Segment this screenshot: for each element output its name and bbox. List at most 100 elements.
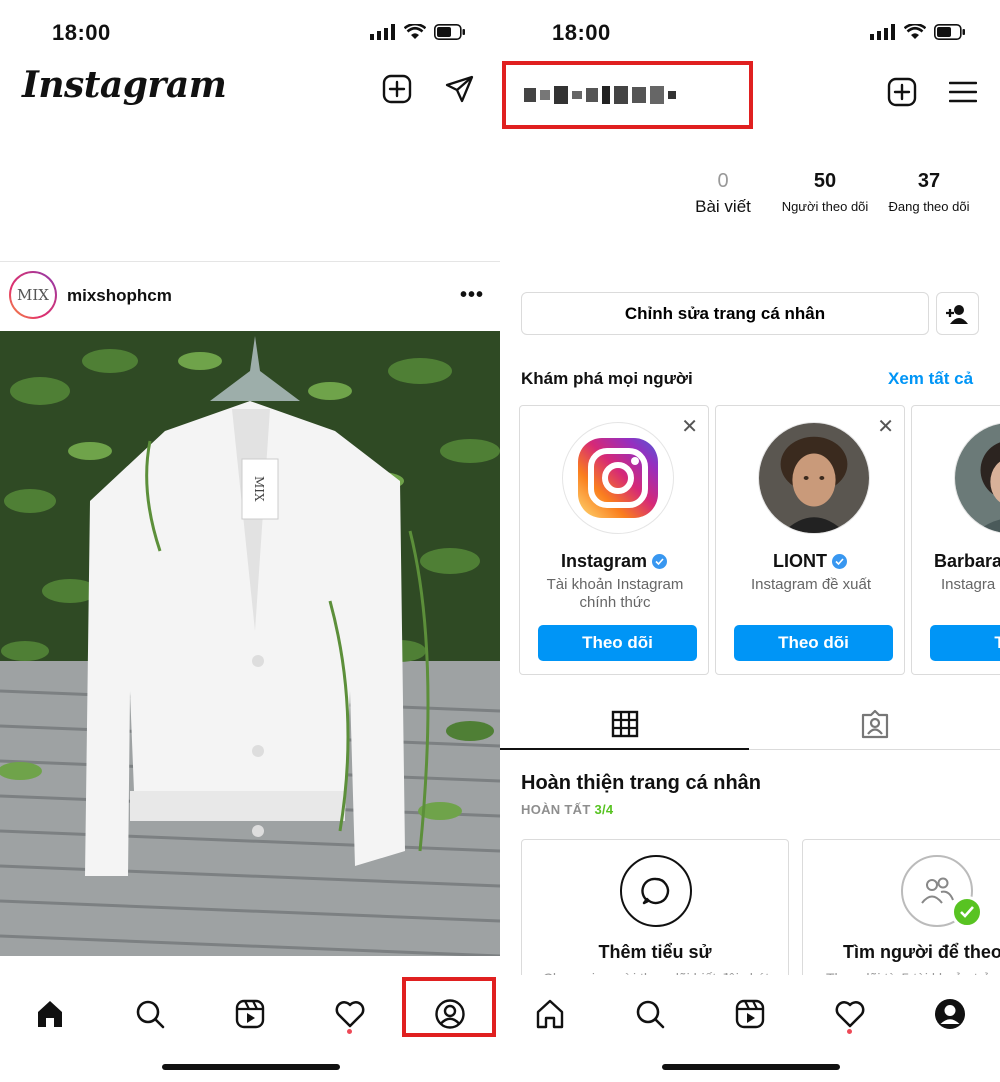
verified-badge-icon (832, 554, 847, 569)
reels-icon (735, 999, 765, 1029)
home-indicator (662, 1064, 840, 1070)
avatar-logo-text: MIX (11, 273, 55, 317)
battery-icon (434, 24, 465, 40)
stories-divider (0, 261, 500, 262)
edit-profile-button[interactable]: Chỉnh sửa trang cá nhân (521, 292, 929, 335)
find-people-title: Tìm người để theo (843, 942, 1000, 962)
plus-square-icon (382, 74, 412, 104)
tagged-icon (861, 709, 888, 738)
nav-search[interactable] (125, 989, 175, 1039)
status-bar-right: 18:00 (500, 0, 1000, 66)
follow-button[interactable]: Theo dõi (538, 625, 697, 661)
suggestion-avatar[interactable] (562, 422, 674, 534)
search-icon (136, 1000, 165, 1029)
people-icon (921, 877, 954, 904)
tab-grid[interactable] (500, 697, 749, 750)
dismiss-suggestion-button[interactable]: ✕ (681, 414, 698, 439)
suggestion-name-row: Instagram (520, 551, 708, 572)
complete-profile-progress: HOÀN TẤT 3/4 (521, 802, 613, 817)
home-icon (536, 999, 564, 1029)
person-photo-icon (955, 423, 1000, 533)
suggestion-card[interactable]: Barbara Instagra The (911, 405, 1000, 675)
profile-tabs (500, 697, 1000, 751)
follow-button[interactable]: The (930, 625, 1000, 661)
instagram-logo: Instagram (22, 64, 227, 106)
hamburger-menu-icon (949, 81, 977, 103)
status-bar: 18:00 (0, 0, 500, 66)
profile-highlight-box (402, 977, 496, 1037)
reels-icon (235, 999, 265, 1029)
profile-screen: 18:00 0 Bài viết 50 Người theo dõi 37 Đa… (500, 0, 1000, 1082)
add-bio-title: Thêm tiểu sử (598, 942, 712, 962)
nav-reels[interactable] (725, 989, 775, 1039)
search-icon (636, 1000, 665, 1029)
menu-button[interactable] (946, 75, 980, 109)
discover-people-button[interactable] (936, 292, 979, 335)
direct-send-icon (445, 75, 474, 103)
stat-following[interactable]: 37 Đang theo dõi (880, 170, 978, 214)
profile-filled-icon (935, 999, 965, 1029)
suggestion-subtitle: Tài khoản Instagram chính thức (546, 576, 684, 611)
battery-icon (934, 24, 965, 40)
heart-icon (335, 1001, 365, 1028)
cc-icon-circle (620, 855, 692, 927)
stat-following-value: 37 (917, 170, 941, 192)
complete-profile-title: Hoàn thiện trang cá nhân (521, 772, 762, 794)
nav-home[interactable] (525, 989, 575, 1039)
suggestion-card[interactable]: ✕ Instagram Tài khoản Instagram chính th… (519, 405, 709, 675)
home-icon (38, 1001, 62, 1027)
suggestion-subtitle: Instagram đề xuất (750, 576, 872, 593)
stat-following-label: Đang theo dõi (888, 199, 970, 214)
wifi-icon (404, 24, 426, 39)
completed-check-icon (951, 896, 983, 928)
suggestion-avatar[interactable] (954, 422, 1000, 534)
nav-home[interactable] (25, 989, 75, 1039)
cardigan-photo: MIX (0, 331, 500, 956)
suggestion-avatar[interactable] (758, 422, 870, 534)
nav-search[interactable] (625, 989, 675, 1039)
suggestion-name-row: Barbara (912, 551, 1000, 572)
cellular-signal-icon (370, 24, 395, 40)
nav-reels[interactable] (225, 989, 275, 1039)
status-icons-right (870, 24, 966, 40)
stat-followers-value: 50 (813, 170, 837, 192)
follow-button[interactable]: Theo dõi (734, 625, 893, 661)
see-all-link[interactable]: Xem tất cả (888, 369, 973, 389)
suggestion-name-row: LIONT (716, 551, 904, 572)
stat-posts-value: 0 (717, 170, 729, 192)
feed-screen: 18:00 Instagram MIX mixshophcm ••• MIX (0, 0, 500, 1082)
tabs-divider (749, 749, 1000, 750)
create-button[interactable] (885, 75, 919, 109)
status-time: 18:00 (52, 20, 111, 45)
post-username[interactable]: mixshophcm (67, 286, 172, 306)
cellular-signal-icon (870, 24, 895, 40)
stat-posts-label: Bài viết (695, 197, 751, 216)
suggestion-name: Instagram (560, 551, 648, 571)
nav-profile[interactable] (925, 989, 975, 1039)
verified-badge-icon (652, 554, 668, 569)
stat-followers-label: Người theo dõi (781, 199, 869, 214)
post-author-avatar[interactable]: MIX (9, 271, 57, 319)
post-image[interactable]: MIX (0, 331, 500, 956)
dismiss-suggestion-button[interactable]: ✕ (877, 414, 894, 439)
instagram-logo-icon (578, 438, 658, 518)
plus-square-icon (887, 77, 917, 107)
new-post-button[interactable] (380, 72, 414, 106)
suggestion-card[interactable]: ✕ LIONT Instagram đề xuất Theo dõi (715, 405, 905, 675)
add-person-icon (945, 304, 968, 324)
status-time-right: 18:00 (552, 20, 611, 45)
direct-message-button[interactable] (443, 72, 477, 106)
progress-count: 3/4 (594, 802, 614, 817)
wifi-icon (904, 24, 926, 39)
grid-icon (611, 710, 638, 737)
tab-tagged[interactable] (750, 697, 999, 750)
bottom-navigation-right (500, 975, 1000, 1082)
stat-posts[interactable]: 0 Bài viết (685, 170, 761, 217)
activity-notification-dot (847, 1029, 852, 1034)
status-icons (370, 24, 466, 40)
activity-notification-dot (347, 1029, 352, 1034)
post-more-options-button[interactable]: ••• (460, 284, 484, 307)
stat-followers[interactable]: 50 Người theo dõi (775, 170, 875, 214)
suggestion-name: LIONT (773, 551, 827, 571)
garment-tag-text: MIX (252, 476, 266, 502)
